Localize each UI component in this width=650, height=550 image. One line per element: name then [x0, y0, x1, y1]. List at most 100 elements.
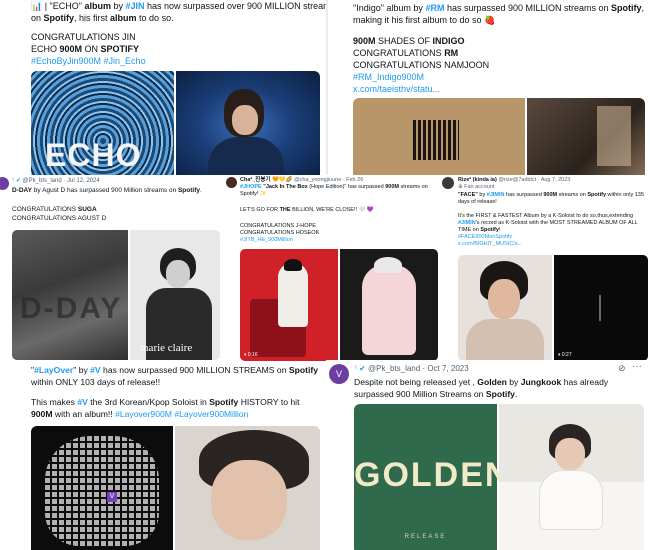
- tweet-url-link[interactable]: x.com/BIGHIT_MUSIC/s...: [458, 241, 638, 248]
- display-name[interactable]: Cha²_진봉기: [240, 177, 270, 183]
- tweet-text-2: It's the FIRST & FASTEST Album by a K-So…: [458, 213, 638, 248]
- release-label: RELEASE: [404, 534, 447, 540]
- echo-logo-text: ECHO: [45, 137, 142, 173]
- person-body: [539, 470, 603, 530]
- tweet-text: "Indigo" album by #RM has surpassed 900 …: [353, 3, 645, 25]
- person-cap: [284, 259, 302, 271]
- tweet-text-2: This makes #V the 3rd Korean/Kpop Solois…: [31, 397, 300, 419]
- tweet-header: ⁷ ✔ @Pk_bts_land · Oct 7, 2023: [354, 364, 469, 373]
- person-hat: [374, 257, 402, 273]
- v-photo[interactable]: [175, 426, 320, 550]
- hashtag-link[interactable]: #JIMIN: [487, 192, 505, 198]
- echo-album-cover[interactable]: ECHO: [31, 71, 174, 178]
- person-figure: [278, 263, 308, 327]
- congrats-text: 900M SHADES OF INDIGO CONGRATULATIONS RM…: [353, 36, 490, 95]
- avatar[interactable]: [0, 177, 9, 190]
- tweet-header: ⁷ ✔ @Pk_bts_land · Jul 12, 2024: [12, 178, 100, 184]
- media-grid[interactable]: ⏸ 0:16: [240, 249, 438, 361]
- tweet-text: 📊 | "ECHO" album by #JIN has now surpass…: [31, 1, 326, 23]
- media-grid[interactable]: ECHO: [31, 71, 320, 178]
- pixel-art-pattern: [45, 436, 159, 546]
- tweet-url-link[interactable]: x.com/taeisthv/statu...: [353, 83, 489, 95]
- congrats-text: CONGRATULATIONS SUGA CONGRATULATIONS AGU…: [12, 206, 107, 222]
- tweet-suga-dday[interactable]: ⁷ ✔ @Pk_bts_land · Jul 12, 2024 D-DAY by…: [0, 175, 224, 363]
- rm-photo[interactable]: [527, 98, 645, 178]
- window-light: [597, 106, 631, 166]
- tweet-jin-echo[interactable]: 📊 | "ECHO" album by #JIN has now surpass…: [0, 0, 326, 178]
- tweet-text: "FACE" by #JIMIN has surpassed 900M stre…: [458, 192, 644, 205]
- hashtag-link[interactable]: #RM: [425, 3, 444, 13]
- user-handle[interactable]: @rize@7addict · Aug 7, 2023: [498, 177, 570, 183]
- hashtag-links[interactable]: #Layover900M #Layover900Million: [115, 409, 248, 419]
- hashtag-link[interactable]: #FACE900MonSpotify: [458, 234, 638, 241]
- tweet-text: #JHOPE "Jack In The Box (Hope Edition)" …: [240, 184, 428, 197]
- dday-album-cover[interactable]: D-DAY: [12, 230, 128, 360]
- person-face: [488, 279, 520, 319]
- account-label: ⊕ Fan account: [458, 184, 495, 190]
- tweet-jhope-jitb[interactable]: Cha²_진봉기 🧡💛🌈 @cha_yoongjiuune · Feb 26 #…: [224, 175, 440, 363]
- tweet-jimin-face[interactable]: Rize² (kinda ia) @rize@7addict · Aug 7, …: [440, 175, 650, 363]
- person-body: [208, 137, 284, 178]
- congrats-text: CONGRATULATIONS JIN ECHO 900M ON SPOTIFY…: [31, 32, 146, 67]
- person-face: [555, 438, 585, 470]
- light-beam: [599, 295, 601, 321]
- layover-album-cover[interactable]: V: [31, 426, 173, 550]
- timestamp[interactable]: Jul 12, 2024: [67, 178, 100, 184]
- congrats-text: CONGRATULATIONS J-HOPE CONGRATULATIONS H…: [240, 223, 320, 244]
- person-face: [211, 460, 287, 540]
- user-handle[interactable]: @cha_yoongjiuune · Feb 26: [294, 177, 363, 183]
- hashtag-link[interactable]: #LayOver: [34, 365, 73, 375]
- user-handle[interactable]: @Pk_bts_land: [368, 364, 420, 373]
- media-grid[interactable]: GOLDEN RELEASE: [354, 404, 644, 550]
- media-grid[interactable]: D-DAY marie claire: [12, 230, 220, 360]
- grok-icon[interactable]: ⊘: [618, 363, 626, 374]
- hashtag-link[interactable]: #JHOPE: [240, 184, 262, 190]
- display-name[interactable]: Rize² (kinda ia): [458, 177, 497, 183]
- video-timestamp: ⏸ 0:27: [558, 352, 572, 358]
- timestamp[interactable]: Oct 7, 2023: [427, 364, 468, 373]
- tweet-header: Rize² (kinda ia) @rize@7addict · Aug 7, …: [458, 177, 570, 184]
- tweet-text: D-DAY by Agust D has surpassed 900 Milli…: [12, 187, 202, 194]
- jungkook-photo[interactable]: [499, 404, 644, 550]
- hashtag-link[interactable]: #V: [77, 397, 88, 407]
- person-figure: [362, 265, 416, 355]
- person-body: [466, 319, 544, 361]
- hashtag-link[interactable]: #JIN: [125, 1, 144, 11]
- media-grid[interactable]: V: [31, 426, 320, 550]
- hashtag-link[interactable]: #RM_Indigo900M: [353, 71, 489, 83]
- v-logo-icon: V: [107, 492, 117, 502]
- avatar[interactable]: [226, 177, 237, 188]
- album-barcode-art: [413, 120, 459, 160]
- hashtag-link[interactable]: #JIMIN: [458, 220, 476, 226]
- hashtag-link[interactable]: #JITB_HE_900Million: [240, 237, 319, 244]
- tweet-text: "#LayOver" by #V has now surpassed 900 M…: [31, 365, 318, 387]
- media-grid[interactable]: [353, 98, 645, 178]
- dday-title-text: D-DAY: [20, 292, 123, 325]
- person-face: [232, 105, 258, 135]
- tweet-jk-golden[interactable]: V ⁷ ✔ @Pk_bts_land · Oct 7, 2023 ⊘ ··· D…: [326, 360, 650, 550]
- indigo-album-cover[interactable]: [353, 98, 525, 178]
- user-handle[interactable]: @Pk_bts_land: [23, 178, 62, 184]
- hashtag-link[interactable]: #V: [90, 365, 101, 375]
- golden-album-cover[interactable]: GOLDEN RELEASE: [354, 404, 509, 550]
- suga-photo[interactable]: marie claire: [130, 230, 220, 360]
- avatar[interactable]: [442, 177, 454, 189]
- face-video-thumbnail[interactable]: ⏸ 0:27: [554, 255, 648, 361]
- tweet-rm-indigo[interactable]: "Indigo" album by #RM has surpassed 900 …: [328, 0, 650, 178]
- jitb-photo-pink[interactable]: [340, 249, 438, 361]
- jin-photo[interactable]: [176, 71, 320, 178]
- magazine-logo: marie claire: [140, 342, 193, 354]
- tweet-text: Despite not being released yet , Golden …: [354, 377, 609, 399]
- video-timestamp: ⏸ 0:16: [244, 352, 258, 358]
- tweet-v-layover[interactable]: "#LayOver" by #V has now surpassed 900 M…: [0, 362, 326, 550]
- person-face: [166, 260, 190, 288]
- tweet-header: Cha²_진봉기 🧡💛🌈 @cha_yoongjiuune · Feb 26: [240, 177, 364, 183]
- jimin-photo[interactable]: [458, 255, 552, 361]
- avatar-logo-icon: V: [335, 369, 342, 379]
- media-grid[interactable]: ⏸ 0:27: [458, 255, 648, 361]
- tweet-text-2: LET'S GO FOR THE BILLION, WE'RE CLOSE!! …: [240, 207, 374, 213]
- hashtag-links[interactable]: #EchoByJin900M #Jin_Echo: [31, 55, 146, 67]
- jitb-photo-red[interactable]: [240, 249, 338, 361]
- more-options-icon[interactable]: ···: [632, 361, 642, 372]
- avatar[interactable]: V: [329, 364, 349, 384]
